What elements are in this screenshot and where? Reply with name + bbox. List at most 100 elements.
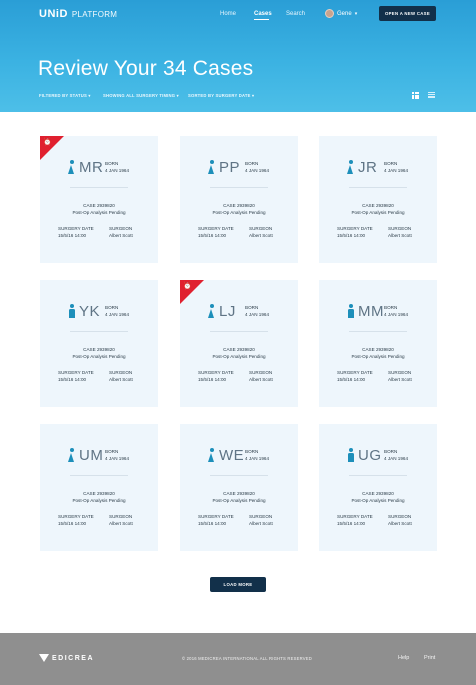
case-card[interactable]: PP BORN 4 JAN 1964 CASE 2939820 Post-Op Anal… (180, 136, 298, 263)
surgery-date-label: SURGERY DATE (337, 514, 373, 519)
case-card[interactable]: ⏰ LJ BORN 4 JAN 1964 CASE 2939820 Post-Op Ana… (180, 280, 298, 407)
surgery-date: 15/5/16 14:00 (198, 377, 227, 382)
case-status: Post-Op Analysis Pending (72, 210, 126, 215)
born-date: 4 JAN 1964 (245, 312, 270, 317)
case-status: Post-Op Analysis Pending (212, 354, 266, 359)
case-card[interactable]: UG BORN 4 JAN 1964 CASE 2939820 Post-Op Anal… (319, 424, 437, 551)
born-date: 4 JAN 1964 (105, 456, 130, 461)
list-view-icon[interactable] (428, 92, 435, 99)
surgeon-name: Albert Scott (388, 233, 412, 238)
load-more-button[interactable]: LOAD MORE (210, 577, 266, 592)
case-status: Post-Op Analysis Pending (72, 498, 126, 503)
patient-initials: UM (79, 447, 104, 464)
born-label: BORN (105, 449, 119, 454)
surgeon-label: SURGEON (249, 514, 273, 519)
born-date: 4 JAN 1964 (384, 312, 409, 317)
logo-sub-text: PLATFORM (71, 10, 118, 19)
card-divider (210, 187, 268, 188)
case-number: CASE 2939820 (83, 347, 115, 352)
born-label: BORN (245, 305, 259, 310)
card-divider (210, 331, 268, 332)
case-status: Post-Op Analysis Pending (212, 498, 266, 503)
nav-search[interactable]: Search (286, 11, 305, 17)
footer-logo-text: EDICREA (52, 654, 95, 662)
surgery-date: 15/5/16 14:00 (337, 377, 366, 382)
filter-status[interactable]: FILTERED BY STATUS ▾ (39, 93, 91, 98)
born-label: BORN (245, 161, 259, 166)
open-new-case-button[interactable]: OPEN A NEW CASE (379, 6, 436, 21)
surgeon-label: SURGEON (388, 370, 412, 375)
surgeon-name: Albert Scott (388, 521, 412, 526)
surgeon-label: SURGEON (109, 226, 133, 231)
footer-logo: EDICREA (39, 654, 94, 662)
born-label: BORN (384, 449, 398, 454)
footer-print-link[interactable]: Print (424, 655, 435, 661)
surgeon-label: SURGEON (249, 226, 273, 231)
case-card[interactable]: MM BORN 4 JAN 1964 CASE 2939820 Post-Op Anal… (319, 280, 437, 407)
born-date: 4 JAN 1964 (384, 456, 409, 461)
surgeon-name: Albert Scott (109, 521, 133, 526)
card-divider (70, 331, 128, 332)
sort-surgery-date[interactable]: SORTED BY SURGERY DATE ▾ (188, 93, 254, 98)
surgery-date-label: SURGERY DATE (58, 226, 94, 231)
born-label: BORN (105, 161, 119, 166)
filter-surgery-timing[interactable]: SHOWING ALL SURGERY TIMING ▾ (103, 93, 179, 98)
patient-initials: YK (79, 303, 101, 320)
born-label: BORN (105, 305, 119, 310)
card-divider (349, 475, 407, 476)
case-card[interactable]: ⏰ MR BORN 4 JAN 1964 CASE 2939820 Post-Op Ana… (40, 136, 158, 263)
surgery-date-label: SURGERY DATE (337, 370, 373, 375)
surgery-date-label: SURGERY DATE (198, 514, 234, 519)
patient-initials: JR (358, 159, 378, 176)
patient-initials: PP (219, 159, 241, 176)
case-number: CASE 2939820 (223, 491, 255, 496)
born-date: 4 JAN 1964 (245, 456, 270, 461)
grid-view-icon[interactable] (412, 92, 419, 99)
surgeon-label: SURGEON (249, 370, 273, 375)
header-banner: UNiD PLATFORM Home Cases Search Gene ▾ O… (0, 0, 476, 112)
surgery-date-label: SURGERY DATE (198, 370, 234, 375)
nav-cases[interactable]: Cases (254, 11, 272, 17)
surgery-date: 15/5/16 14:00 (198, 233, 227, 238)
born-date: 4 JAN 1964 (105, 168, 130, 173)
case-status: Post-Op Analysis Pending (212, 210, 266, 215)
female-patient-icon (68, 448, 75, 462)
patient-initials: WE (219, 447, 245, 464)
surgeon-name: Albert Scott (249, 233, 273, 238)
surgery-date-label: SURGERY DATE (58, 514, 94, 519)
card-divider (70, 187, 128, 188)
app-logo[interactable]: UNiD PLATFORM (39, 8, 117, 20)
nav-home[interactable]: Home (220, 11, 236, 17)
case-card[interactable]: WE BORN 4 JAN 1964 CASE 2939820 Post-Op Anal… (180, 424, 298, 551)
card-divider (70, 475, 128, 476)
surgeon-name: Albert Scott (249, 521, 273, 526)
surgeon-name: Albert Scott (109, 377, 133, 382)
surgery-date-label: SURGERY DATE (58, 370, 94, 375)
surgeon-name: Albert Scott (109, 233, 133, 238)
male-patient-icon (347, 448, 354, 462)
born-date: 4 JAN 1964 (105, 312, 130, 317)
case-number: CASE 2939820 (83, 203, 115, 208)
footer-help-link[interactable]: Help (398, 655, 409, 661)
surgery-date: 15/5/16 14:00 (337, 233, 366, 238)
case-number: CASE 2939820 (83, 491, 115, 496)
female-patient-icon (208, 304, 215, 318)
female-patient-icon (208, 160, 215, 174)
surgery-date: 15/5/16 14:00 (337, 521, 366, 526)
surgery-date: 15/5/16 14:00 (198, 521, 227, 526)
alarm-clock-icon: ⏰ (43, 139, 52, 146)
case-card[interactable]: YK BORN 4 JAN 1964 CASE 2939820 Post-Op Anal… (40, 280, 158, 407)
case-number: CASE 2939820 (362, 203, 394, 208)
case-card[interactable]: JR BORN 4 JAN 1964 CASE 2939820 Post-Op Anal… (319, 136, 437, 263)
card-divider (210, 475, 268, 476)
case-number: CASE 2939820 (362, 347, 394, 352)
copyright-text: © 2016 MEDICREA INTERNATIONAL ALL RIGHTS… (182, 656, 312, 661)
female-patient-icon (347, 160, 354, 174)
case-number: CASE 2939820 (223, 203, 255, 208)
case-status: Post-Op Analysis Pending (72, 354, 126, 359)
user-menu[interactable]: Gene ▾ (325, 9, 357, 18)
case-card[interactable]: UM BORN 4 JAN 1964 CASE 2939820 Post-Op Anal… (40, 424, 158, 551)
born-date: 4 JAN 1964 (245, 168, 270, 173)
surgeon-label: SURGEON (388, 226, 412, 231)
card-divider (349, 331, 407, 332)
